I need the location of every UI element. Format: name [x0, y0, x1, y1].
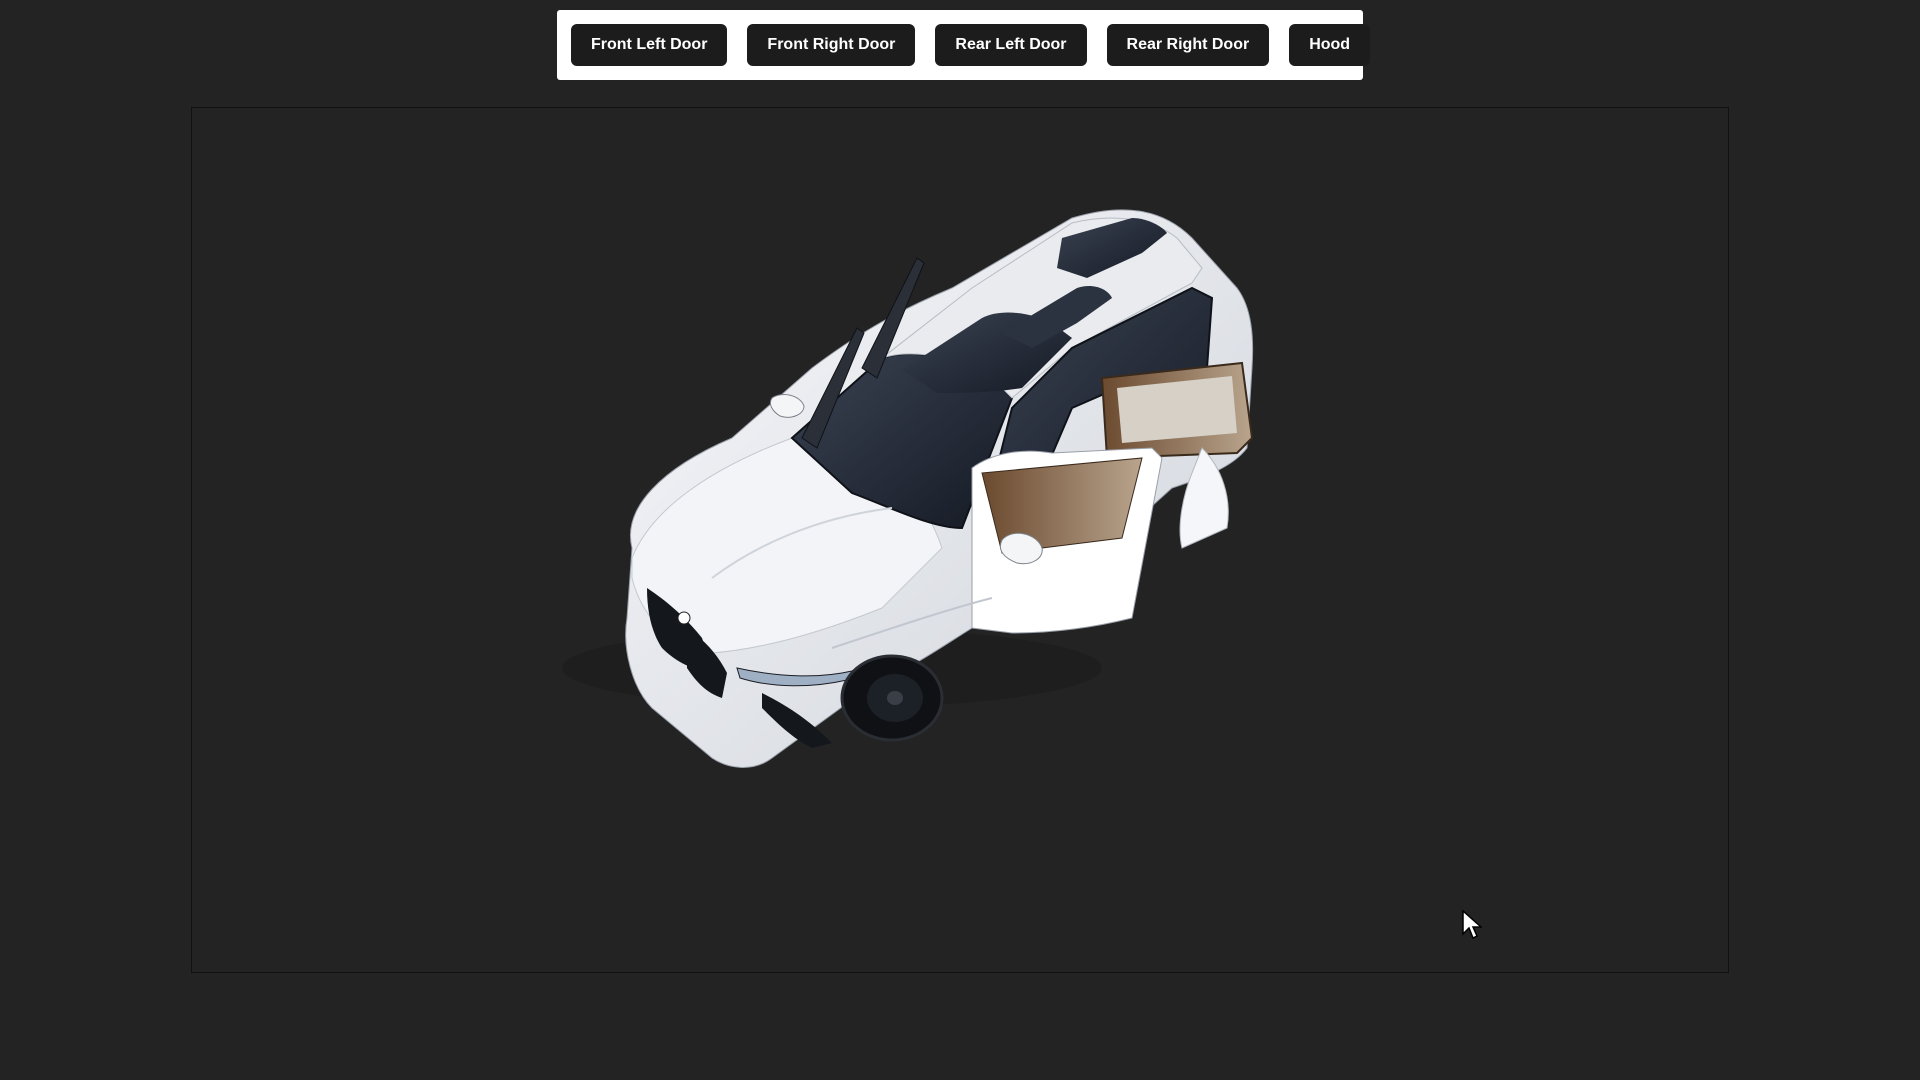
control-toolbar: Front Left Door Front Right Door Rear Le…: [557, 10, 1371, 80]
hood-button[interactable]: Hood: [1289, 24, 1371, 66]
rear-right-door-button[interactable]: Rear Right Door: [1106, 24, 1270, 66]
rear-left-door-button[interactable]: Rear Left Door: [935, 24, 1087, 66]
front-right-door-button[interactable]: Front Right Door: [747, 24, 916, 66]
3d-viewer-canvas[interactable]: [191, 107, 1729, 973]
front-left-door-button[interactable]: Front Left Door: [571, 24, 728, 66]
car-model-icon[interactable]: [192, 108, 1729, 973]
mouse-cursor-icon: [1462, 910, 1482, 940]
